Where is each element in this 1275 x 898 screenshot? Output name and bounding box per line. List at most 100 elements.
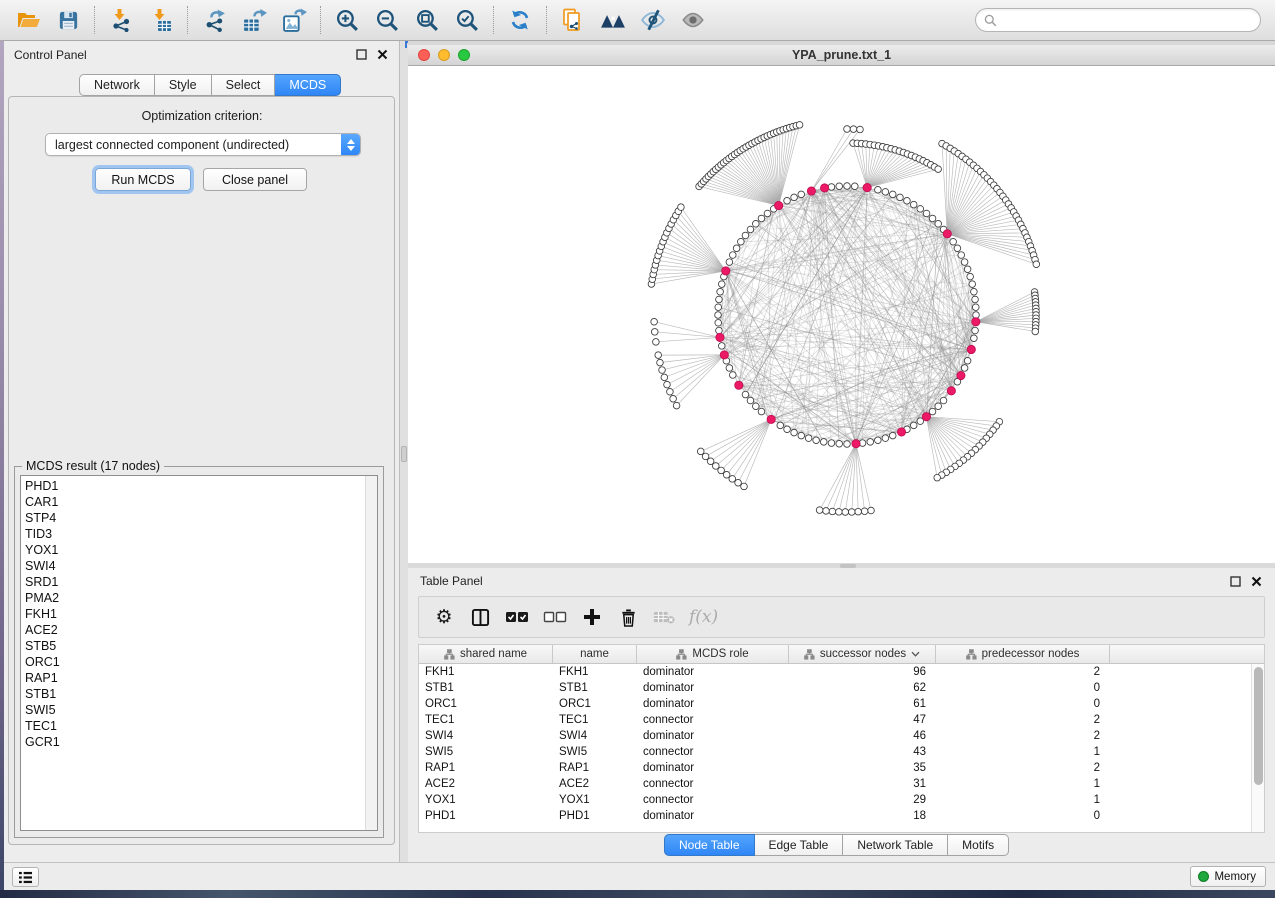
graph-node[interactable] bbox=[742, 232, 749, 239]
graph-node[interactable] bbox=[929, 408, 936, 415]
graph-node[interactable] bbox=[923, 210, 930, 217]
save-session-icon[interactable] bbox=[48, 3, 88, 37]
mcds-result-item[interactable]: STB5 bbox=[21, 638, 365, 654]
graph-node[interactable] bbox=[661, 374, 668, 381]
graph-node[interactable] bbox=[950, 238, 957, 245]
graph-node[interactable] bbox=[836, 440, 843, 447]
graph-hub-node[interactable] bbox=[807, 187, 815, 195]
mcds-result-item[interactable]: FKH1 bbox=[21, 606, 365, 622]
graph-node[interactable] bbox=[855, 508, 862, 515]
search-input[interactable] bbox=[1002, 13, 1252, 27]
graph-node[interactable] bbox=[882, 189, 889, 196]
graph-node[interactable] bbox=[917, 206, 924, 213]
graph-node[interactable] bbox=[875, 186, 882, 193]
graph-node[interactable] bbox=[958, 252, 965, 259]
table-settings-gear-icon[interactable]: ⚙ bbox=[433, 604, 455, 630]
column-header-name[interactable]: name bbox=[553, 645, 637, 663]
graph-node[interactable] bbox=[954, 245, 961, 252]
task-history-button[interactable] bbox=[12, 867, 39, 887]
list-scrollbar[interactable] bbox=[365, 476, 377, 830]
graph-node[interactable] bbox=[659, 367, 666, 374]
graph-node[interactable] bbox=[716, 327, 723, 334]
graph-node[interactable] bbox=[961, 259, 968, 266]
graph-node[interactable] bbox=[820, 439, 827, 446]
mcds-result-item[interactable]: PMA2 bbox=[21, 590, 365, 606]
graph-node[interactable] bbox=[741, 483, 748, 490]
network-snapshot-icon[interactable] bbox=[553, 3, 593, 37]
network-window-titlebar[interactable]: YPA_prune.txt_1 bbox=[408, 45, 1275, 66]
close-panel-icon[interactable] bbox=[1250, 575, 1263, 588]
memory-button[interactable]: Memory bbox=[1190, 866, 1266, 887]
graph-node[interactable] bbox=[842, 509, 849, 516]
graph-node[interactable] bbox=[828, 440, 835, 447]
deselect-all-icon[interactable] bbox=[543, 604, 567, 630]
column-header-shared-name[interactable]: shared name bbox=[419, 645, 553, 663]
export-image-icon[interactable] bbox=[274, 3, 314, 37]
graph-node[interactable] bbox=[723, 471, 730, 478]
graph-node[interactable] bbox=[758, 408, 765, 415]
open-file-icon[interactable] bbox=[8, 3, 48, 37]
graph-hub-node[interactable] bbox=[972, 318, 980, 326]
graph-node[interactable] bbox=[861, 508, 868, 515]
graph-node[interactable] bbox=[910, 201, 917, 208]
graph-node[interactable] bbox=[651, 329, 658, 336]
graph-node[interactable] bbox=[791, 194, 798, 201]
table-row[interactable]: ORC1ORC1dominator610 bbox=[419, 696, 1251, 712]
select-all-icon[interactable] bbox=[505, 604, 529, 630]
graph-node[interactable] bbox=[1032, 328, 1039, 335]
graph-node[interactable] bbox=[729, 476, 736, 483]
table-scrollbar[interactable] bbox=[1251, 664, 1264, 832]
graph-node[interactable] bbox=[875, 437, 882, 444]
hide-selected-eye-icon[interactable] bbox=[633, 3, 673, 37]
graph-node[interactable] bbox=[910, 422, 917, 429]
graph-node[interactable] bbox=[1033, 261, 1040, 268]
mcds-result-item[interactable]: YOX1 bbox=[21, 542, 365, 558]
mcds-result-item[interactable]: TID3 bbox=[21, 526, 365, 542]
graph-node[interactable] bbox=[844, 441, 851, 448]
graph-node[interactable] bbox=[971, 335, 978, 342]
vertical-splitter[interactable] bbox=[400, 41, 408, 862]
graph-node[interactable] bbox=[752, 220, 759, 227]
graph-node[interactable] bbox=[715, 319, 722, 326]
graph-node[interactable] bbox=[972, 327, 979, 334]
zoom-in-icon[interactable] bbox=[327, 3, 367, 37]
mcds-result-item[interactable]: ACE2 bbox=[21, 622, 365, 638]
zoom-selected-icon[interactable] bbox=[447, 3, 487, 37]
tab-style[interactable]: Style bbox=[155, 74, 212, 96]
search-network-icon[interactable] bbox=[593, 3, 633, 37]
graph-node[interactable] bbox=[798, 191, 805, 198]
graph-node[interactable] bbox=[733, 245, 740, 252]
graph-node[interactable] bbox=[867, 439, 874, 446]
graph-node[interactable] bbox=[729, 372, 736, 379]
graph-node[interactable] bbox=[889, 432, 896, 439]
graph-node[interactable] bbox=[935, 166, 942, 173]
graph-node[interactable] bbox=[889, 191, 896, 198]
graph-node[interactable] bbox=[796, 122, 803, 129]
table-row[interactable]: SWI5SWI5connector431 bbox=[419, 744, 1251, 760]
graph-node[interactable] bbox=[798, 432, 805, 439]
network-view[interactable] bbox=[408, 66, 1275, 563]
graph-node[interactable] bbox=[697, 448, 704, 455]
graph-node[interactable] bbox=[664, 381, 671, 388]
graph-hub-node[interactable] bbox=[735, 381, 743, 389]
graph-node[interactable] bbox=[784, 426, 791, 433]
float-window-icon[interactable] bbox=[1229, 575, 1242, 588]
graph-node[interactable] bbox=[764, 210, 771, 217]
graph-node[interactable] bbox=[904, 197, 911, 204]
import-table-icon[interactable] bbox=[141, 3, 181, 37]
mcds-result-item[interactable]: CAR1 bbox=[21, 494, 365, 510]
graph-node[interactable] bbox=[972, 296, 979, 303]
mcds-result-item[interactable]: RAP1 bbox=[21, 670, 365, 686]
graph-node[interactable] bbox=[829, 508, 836, 515]
table-row[interactable]: FKH1FKH1dominator962 bbox=[419, 664, 1251, 680]
graph-node[interactable] bbox=[715, 312, 722, 319]
graph-hub-node[interactable] bbox=[820, 184, 828, 192]
tab-mcds[interactable]: MCDS bbox=[275, 74, 341, 96]
graph-hub-node[interactable] bbox=[716, 333, 724, 341]
graph-node[interactable] bbox=[961, 365, 968, 372]
graph-node[interactable] bbox=[718, 281, 725, 288]
zoom-out-icon[interactable] bbox=[367, 3, 407, 37]
graph-node[interactable] bbox=[972, 304, 979, 311]
graph-node[interactable] bbox=[964, 357, 971, 364]
graph-node[interactable] bbox=[836, 509, 843, 516]
